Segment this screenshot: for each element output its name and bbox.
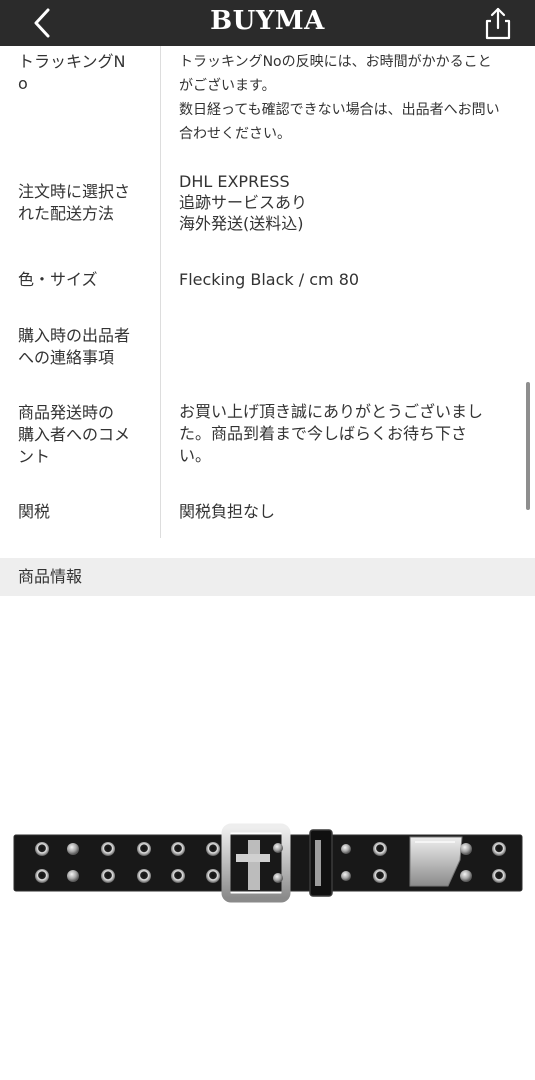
scrollbar-thumb[interactable] — [526, 382, 530, 510]
table-column-divider — [160, 46, 161, 538]
section-title: 商品情報 — [18, 567, 83, 586]
product-info-section-header: 商品情報 — [0, 558, 535, 596]
buyer-note-label: 購入時の出品者 への連絡事項 — [18, 326, 131, 367]
app-header: BUYMA — [0, 0, 535, 46]
tracking-number-label: トラッキングN o — [18, 52, 126, 93]
customs-value: 関税負担なし — [179, 502, 276, 521]
shipping-method-label: 注文時に選択さ れた配送方法 — [18, 182, 131, 223]
customs-label: 関税 — [18, 502, 51, 521]
app-logo: BUYMA — [210, 6, 325, 36]
color-size-label: 色・サイズ — [18, 270, 98, 289]
seller-comment-label: 商品発送時の 購入者へのコメ ント — [18, 403, 131, 466]
shipping-method-value: DHL EXPRESS 追跡サービスあり 海外発送(送料込) — [179, 172, 308, 233]
tracking-number-value: トラッキングNoの反映には、お時間がかかること がございます。 数日経っても確認… — [179, 54, 500, 142]
belt-image — [13, 823, 523, 903]
seller-comment-value: お買い上げ頂き誠にありがとうございまし た。商品到着まで今しばらくお待ち下さ い… — [179, 402, 484, 465]
share-icon — [485, 7, 511, 40]
share-button[interactable] — [480, 4, 516, 42]
color-size-value: Flecking Black / cm 80 — [179, 270, 360, 289]
product-image[interactable] — [10, 820, 526, 910]
